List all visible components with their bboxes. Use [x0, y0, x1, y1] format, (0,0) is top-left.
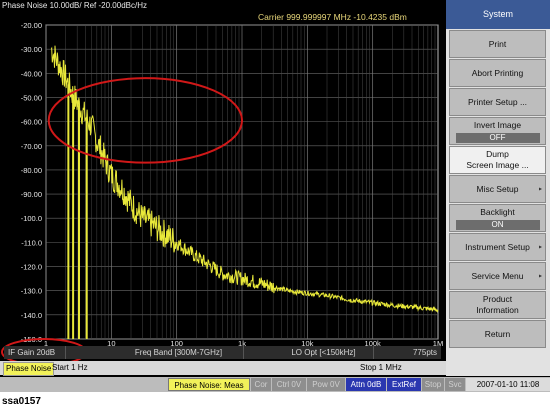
- analyzer-screen: -20.00 -30.00 -40.00 -50.00 -60.00 -70.00 -80.…: [0, 0, 550, 392]
- start-frequency[interactable]: Start 1 Hz: [52, 362, 88, 374]
- correction-indicator: Cor: [251, 378, 271, 391]
- measurement-display: -20.00 -30.00 -40.00 -50.00 -60.00 -70.00 -80.…: [0, 0, 446, 376]
- invert-image-value: OFF: [455, 132, 540, 143]
- y-tick-label: -40.00: [21, 69, 42, 78]
- phase-noise-trace: [50, 45, 439, 313]
- screen-image-label: Screen Image ...: [466, 160, 529, 170]
- instrument-setup-button[interactable]: Instrument Setup ▸: [449, 233, 546, 261]
- printer-setup-button[interactable]: Printer Setup ...: [449, 88, 546, 116]
- points-status[interactable]: 775pts: [394, 346, 439, 359]
- printer-setup-label: Printer Setup ...: [467, 96, 528, 107]
- return-label: Return: [484, 328, 511, 339]
- stop-indicator: Stop: [422, 378, 444, 391]
- phase-noise-graph: -20.00 -30.00 -40.00 -50.00 -60.00 -70.00 -80.…: [1, 21, 443, 366]
- product-information-button[interactable]: Product Information: [449, 291, 546, 319]
- y-tick-label: -80.00: [21, 166, 42, 175]
- service-indicator: Svc: [445, 378, 465, 391]
- service-menu-label: Service Menu: [471, 270, 524, 281]
- print-button[interactable]: Print: [449, 30, 546, 58]
- y-tick-label: -110.0: [21, 238, 42, 247]
- product-label: Product: [482, 294, 513, 304]
- submenu-arrow-icon: ▸: [538, 273, 542, 280]
- misc-setup-label: Misc Setup: [476, 183, 519, 194]
- invert-image-label: Invert Image: [473, 119, 522, 130]
- dump-screen-image-button[interactable]: Dump Screen Image ...: [449, 146, 546, 174]
- submenu-arrow-icon: ▸: [538, 244, 542, 251]
- dump-label: Dump: [486, 149, 509, 159]
- y-tick-label: -100.0: [21, 214, 42, 223]
- service-menu-button[interactable]: Service Menu ▸: [449, 262, 546, 290]
- red-annotation-ellipse: [47, 77, 243, 164]
- y-tick-label: -130.0: [21, 287, 42, 296]
- abort-printing-label: Abort Printing: [471, 67, 524, 78]
- y-tick-label: -70.00: [21, 142, 42, 151]
- y-tick-label: -90.00: [21, 190, 42, 199]
- attenuation-indicator: Attn 0dB: [346, 378, 386, 391]
- abort-printing-button[interactable]: Abort Printing: [449, 59, 546, 87]
- backlight-button[interactable]: Backlight ON: [449, 204, 546, 232]
- channel-name[interactable]: Phase Noise: [3, 362, 55, 376]
- y-tick-label: -60.00: [21, 118, 42, 127]
- y-tick-label: -50.00: [21, 93, 42, 102]
- softkey-menu-title: System: [446, 0, 550, 29]
- invert-image-button[interactable]: Invert Image OFF: [449, 117, 546, 145]
- return-button[interactable]: Return: [449, 320, 546, 348]
- carrier-readout: Carrier 999.999997 MHz -10.4235 dBm: [258, 12, 407, 22]
- control-voltage-indicator: Ctrl 0V: [272, 378, 306, 391]
- power-voltage-indicator: Pow 0V: [307, 378, 345, 391]
- measurement-status: Phase Noise: Meas: [168, 378, 250, 391]
- information-label: Information: [476, 305, 519, 315]
- y-tick-label: -140.0: [21, 311, 42, 320]
- external-reference-indicator: ExtRef: [387, 378, 421, 391]
- print-label: Print: [488, 38, 507, 49]
- misc-setup-button[interactable]: Misc Setup ▸: [449, 175, 546, 203]
- if-gain-status[interactable]: IF Gain 20dB: [6, 346, 66, 359]
- submenu-arrow-icon: ▸: [538, 186, 542, 193]
- plot-title: Phase Noise 10.00dB/ Ref -20.00dBc/Hz: [2, 1, 147, 10]
- instrument-status-bar: Phase Noise: Meas Cor Ctrl 0V Pow 0V Att…: [0, 377, 550, 392]
- y-tick-label: -30.00: [21, 45, 42, 54]
- channel-bar: Phase Noise Start 1 Hz Stop 1 MHz: [0, 361, 446, 376]
- freq-band-status[interactable]: Freq Band [300M-7GHz]: [114, 346, 244, 359]
- backlight-label: Backlight: [480, 206, 515, 217]
- backlight-value: ON: [455, 219, 540, 230]
- y-tick-label: -120.0: [21, 263, 42, 272]
- softkey-panel: System Print Abort Printing Printer Setu…: [446, 0, 550, 376]
- instrument-setup-label: Instrument Setup: [465, 241, 530, 252]
- y-tick-label: -20.00: [21, 21, 42, 30]
- lo-opt-status[interactable]: LO Opt [<150kHz]: [274, 346, 374, 359]
- figure-caption: ssa0157: [2, 396, 41, 407]
- channel-status-bar: IF Gain 20dB Freq Band [300M-7GHz] LO Op…: [4, 346, 441, 359]
- date-time: 2007-01-10 11:08: [466, 378, 550, 391]
- stop-frequency[interactable]: Stop 1 MHz: [360, 362, 402, 374]
